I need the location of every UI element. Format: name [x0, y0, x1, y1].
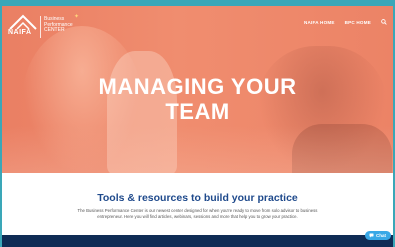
hero-title: MANAGING YOUR TEAM	[2, 74, 393, 124]
top-nav: NAIFA HOME BPC HOME	[304, 19, 387, 25]
intro-section: Tools & resources to build your practice…	[2, 173, 393, 235]
page: NAIFA Business Performance CENTER ✦ NAIF…	[2, 6, 393, 247]
hero-photo-fade	[2, 126, 393, 173]
search-icon[interactable]	[381, 19, 387, 25]
nav-bpc-home[interactable]: BPC HOME	[345, 20, 371, 25]
sparkle-icon: ✦	[74, 14, 80, 20]
hero-title-line-1: MANAGING YOUR	[98, 74, 297, 99]
chat-button[interactable]: Chat	[365, 231, 391, 240]
hero-title-line-2: TEAM	[165, 99, 230, 124]
browser-frame: NAIFA Business Performance CENTER ✦ NAIF…	[0, 0, 395, 247]
logo-line-3: CENTER	[44, 27, 65, 34]
section-description: The Business Performance Center is our n…	[77, 208, 318, 220]
chat-label: Chat	[376, 233, 386, 238]
naifa-logo-icon: NAIFA	[8, 14, 38, 40]
chat-bubble-icon	[369, 233, 374, 238]
logo-subtitle: Business Performance CENTER ✦	[44, 14, 79, 34]
navy-band	[2, 235, 393, 247]
site-logo[interactable]: NAIFA Business Performance CENTER ✦	[8, 14, 113, 40]
section-heading: Tools & resources to build your practice	[97, 192, 298, 204]
logo-wordmark: NAIFA	[8, 29, 32, 36]
hero-banner: NAIFA Business Performance CENTER ✦ NAIF…	[2, 6, 393, 173]
logo-divider	[40, 16, 41, 38]
nav-naifa-home[interactable]: NAIFA HOME	[304, 20, 335, 25]
